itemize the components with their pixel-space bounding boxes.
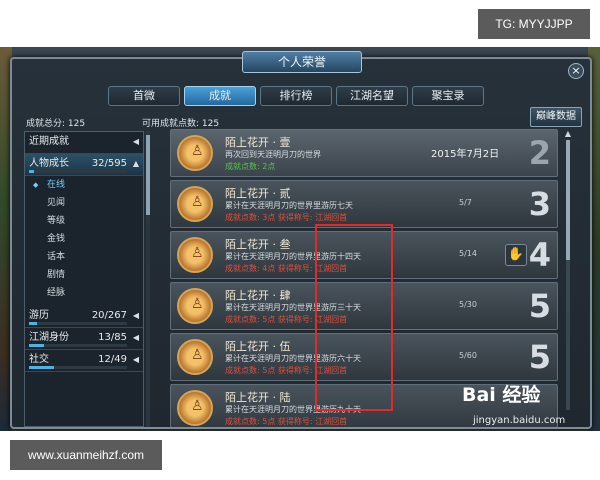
- achievement-badge-icon: ♙: [177, 186, 213, 222]
- achievement-reward: 成就点数: 2点: [225, 162, 276, 171]
- achievement-title: 陌上花开 · 陆: [225, 391, 291, 404]
- category-bottom-1[interactable]: 江湖身份 13/85 ◀: [25, 328, 143, 350]
- achievement-progress: 5/7: [459, 198, 472, 207]
- achievement-scrollbar[interactable]: ▲: [564, 129, 572, 427]
- category-progress-bar: [29, 322, 127, 325]
- achievement-badge-icon: ♙: [177, 339, 213, 375]
- achievement-date: 2015年7月2日: [431, 149, 500, 160]
- category-label: 近期成就: [29, 136, 69, 147]
- tab-bar: 首微 成就 排行榜 江湖名望 聚宝录: [108, 86, 484, 106]
- achievement-points: 5: [528, 287, 551, 325]
- category-progress-bar: [29, 366, 127, 369]
- achievement-title: 陌上花开 · 壹: [225, 136, 291, 149]
- category-panel: 近期成就◀人物成长32/595▲在线见闻等级金钱话本剧情经脉游历20/267◀江…: [24, 131, 144, 427]
- category-label: 江湖身份: [29, 332, 69, 343]
- subcategory-2[interactable]: 等级: [25, 212, 143, 230]
- available-points: 可用成就点数: 125: [142, 119, 220, 129]
- achievement-badge-icon: ♙: [177, 237, 213, 273]
- achievement-row[interactable]: ♙ 陌上花开 · 壹再次回到天涯明月刀的世界 成就点数: 2点 2015年7月2日 2: [170, 129, 558, 177]
- category-progress-bar: [29, 344, 127, 347]
- baidu-watermark: Bai 经验: [462, 384, 541, 406]
- subcategory-1[interactable]: 见闻: [25, 194, 143, 212]
- tg-overlay-label: TG: MYYJJPP: [478, 9, 590, 39]
- category-label: 社交: [29, 354, 49, 365]
- subcategory-5[interactable]: 剧情: [25, 266, 143, 284]
- chevron-left-icon: ◀: [132, 311, 139, 320]
- achievement-reward: 成就点数: 5点 获得称号: 江湖回首: [225, 417, 348, 426]
- achievement-title: 陌上花开 · 肆: [225, 289, 291, 302]
- scroll-up-icon[interactable]: ▲: [564, 129, 572, 138]
- tab-2[interactable]: 排行榜: [260, 86, 332, 106]
- achievement-row[interactable]: ♙ 陌上花开 · 贰累计在天涯明月刀的世界里游历七天 成就点数: 3点 获得称号: …: [170, 180, 558, 228]
- total-score: 成就总分: 125: [26, 119, 86, 129]
- category-bottom-2[interactable]: 社交 12/49 ◀: [25, 350, 143, 372]
- achievement-description: 累计在天涯明月刀的世界里游历七天: [225, 201, 353, 210]
- game-screen: 个人荣誉 × 首微 成就 排行榜 江湖名望 聚宝录 成就总分: 125 可用成就点数: …: [0, 47, 600, 431]
- category-scrollbar[interactable]: [146, 131, 150, 427]
- achievement-badge-icon: ♙: [177, 135, 213, 171]
- achievement-title: 陌上花开 · 叁: [225, 238, 291, 251]
- highlight-box: [315, 224, 393, 411]
- achievement-points: 3: [528, 185, 551, 223]
- tab-3[interactable]: 江湖名望: [336, 86, 408, 106]
- achievement-description: 再次回到天涯明月刀的世界: [225, 150, 321, 159]
- subcategory-6[interactable]: 经脉: [25, 284, 143, 302]
- site-overlay-label: www.xuanmeihzf.com: [10, 440, 162, 470]
- chevron-left-icon: ◀: [132, 355, 139, 364]
- achievement-badge-icon: ♙: [177, 288, 213, 324]
- achievement-reward: 成就点数: 3点 获得称号: 江湖回首: [225, 213, 348, 222]
- tab-4[interactable]: 聚宝录: [412, 86, 484, 106]
- category-progress-bar: [29, 170, 127, 173]
- category-bottom-0[interactable]: 游历 20/267 ◀: [25, 306, 143, 328]
- subcategory-4[interactable]: 话本: [25, 248, 143, 266]
- tab-0[interactable]: 首微: [108, 86, 180, 106]
- achievement-points: 4: [528, 236, 551, 274]
- achievement-progress: 5/14: [459, 249, 477, 258]
- achievement-title: 陌上花开 · 伍: [225, 340, 291, 353]
- chevron-left-icon: ◀: [132, 137, 139, 146]
- category-0[interactable]: 近期成就 ◀: [25, 132, 143, 154]
- achievement-points: 2: [528, 134, 551, 172]
- chevron-left-icon: ◀: [132, 333, 139, 342]
- achievement-progress: 5/30: [459, 300, 477, 309]
- achievement-points: 5: [528, 338, 551, 376]
- honor-window: 个人荣誉 × 首微 成就 排行榜 江湖名望 聚宝录 成就总分: 125 可用成就点数: …: [10, 51, 592, 429]
- subcategory-3[interactable]: 金钱: [25, 230, 143, 248]
- subcategory-0[interactable]: 在线: [25, 176, 143, 194]
- tab-1[interactable]: 成就: [184, 86, 256, 106]
- achievement-progress: 5/60: [459, 351, 477, 360]
- close-icon[interactable]: ×: [568, 63, 584, 79]
- claim-reward-icon[interactable]: ✋: [505, 244, 527, 266]
- category-1[interactable]: 人物成长 32/595 ▲: [25, 154, 143, 176]
- baidu-url: jingyan.baidu.com: [473, 415, 566, 426]
- achievement-badge-icon: ♙: [177, 390, 213, 426]
- achievement-title: 陌上花开 · 贰: [225, 187, 291, 200]
- chevron-up-icon: ▲: [132, 159, 139, 168]
- peak-data-button[interactable]: 巅峰数据: [530, 107, 582, 127]
- category-label: 人物成长: [29, 158, 69, 169]
- category-label: 游历: [29, 310, 49, 321]
- window-title: 个人荣誉: [242, 51, 362, 73]
